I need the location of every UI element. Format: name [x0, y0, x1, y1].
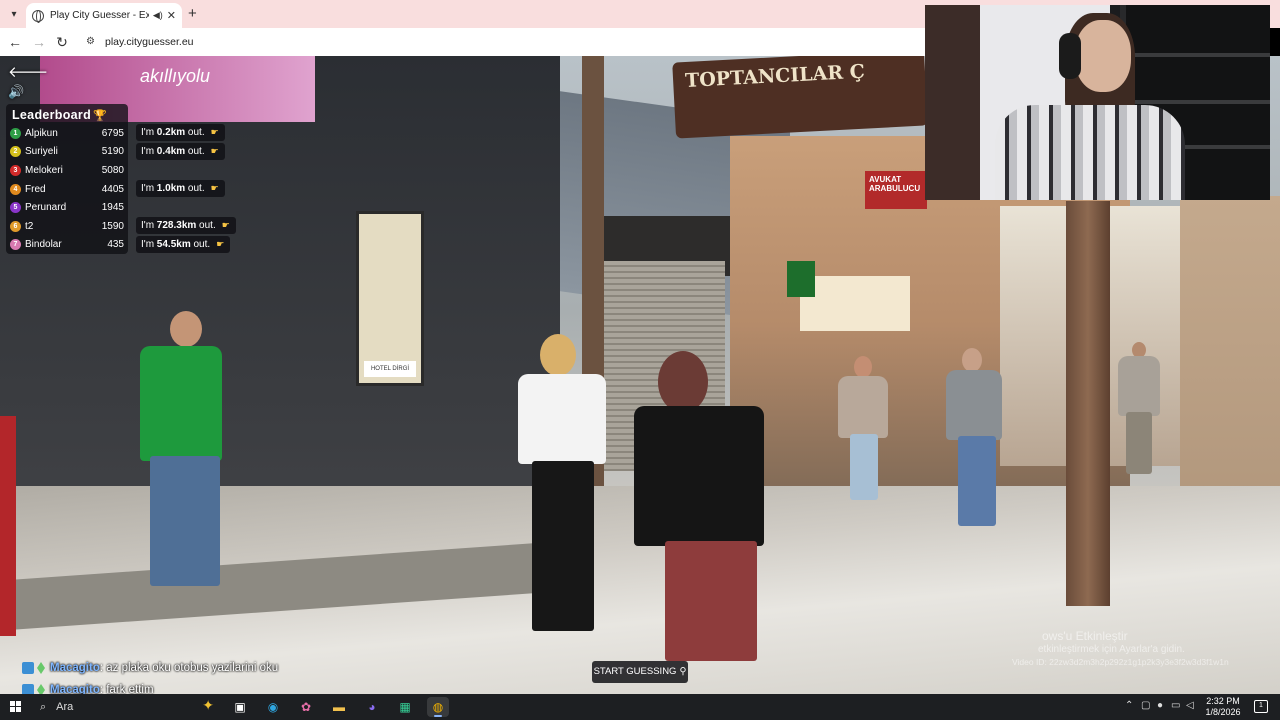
player-name: Alpikun	[25, 127, 58, 139]
address-bar[interactable]: play.cityguesser.eu	[105, 36, 194, 48]
reload-icon[interactable]: ↻	[53, 33, 71, 51]
discord-icon[interactable]: ◕	[361, 697, 383, 717]
pointing-hand-icon: ☛	[210, 183, 219, 193]
leaderboard-rows: 1 Alpikun 6795 2 Suriyeli 5190 3 Melokeri 5080 4 F…	[10, 124, 124, 254]
pointing-hand-icon: ☛	[210, 127, 219, 137]
speaker-icon[interactable]: ◀)	[153, 10, 163, 21]
distance-badge: I'm 1.0km out. ☛	[136, 180, 225, 197]
player-name: t2	[25, 220, 34, 232]
headphones-icon	[1059, 33, 1081, 79]
network-icon[interactable]: ▭	[1171, 700, 1180, 711]
player-name: Fred	[25, 183, 46, 195]
notification-icon[interactable]: 1	[1254, 700, 1268, 713]
leaderboard-row: 5 Perunard 1945	[10, 198, 124, 217]
chrome-icon[interactable]: ◍	[427, 697, 449, 717]
new-tab-button[interactable]: +	[188, 5, 197, 22]
taskbar-search[interactable]: ⌕ Ara ✦	[34, 696, 218, 718]
leaderboard-row: 6 t2 1590	[10, 217, 124, 236]
leaderboard-row: 3 Melokeri 5080	[10, 161, 124, 180]
exit-game-arrow-icon[interactable]: 🡐	[8, 62, 48, 81]
tab-search-dropdown-icon[interactable]: ▾	[6, 6, 22, 22]
search-icon: ⌕	[40, 700, 47, 713]
distance-badge: I'm 0.2km out. ☛	[136, 124, 225, 141]
rank-badge: 3	[10, 164, 21, 176]
taskbar-clock[interactable]: 2:32 PM 1/8/2026	[1200, 696, 1246, 718]
shop-banner	[800, 276, 910, 331]
pointing-hand-icon: ☛	[216, 239, 225, 249]
rank-badge: 2	[10, 146, 21, 158]
tab-title: Play City Guesser - Explore	[50, 10, 149, 21]
player-score: 6795	[101, 127, 124, 139]
activation-watermark: ows'u Etkinleştir etkinleştirmek için Ay…	[1012, 629, 1229, 668]
distance-badge: I'm 54.5km out. ☛	[136, 236, 231, 253]
player-score: 5190	[101, 146, 124, 158]
leaderboard-panel: Leaderboard 🏆 1 Alpikun 6795 2 Suriyeli 5190 3 M…	[6, 104, 128, 254]
rank-badge: 6	[10, 220, 21, 232]
meet-now-icon[interactable]: ▢	[1141, 700, 1150, 711]
globe-icon	[32, 9, 44, 23]
leaderboard-row: 2 Suriyeli 5190	[10, 143, 124, 162]
rank-badge: 7	[10, 239, 21, 251]
player-score: 4405	[101, 183, 124, 195]
player-name: Suriyeli	[25, 146, 58, 158]
site-info-icon[interactable]: ⚙	[86, 36, 98, 48]
green-shop-sign	[787, 261, 815, 297]
lawyer-sign: AVUKAT ARABULUCU	[865, 171, 927, 209]
windows-start-icon[interactable]	[10, 701, 22, 713]
player-name: Melokeri	[25, 164, 63, 176]
shop-window	[356, 211, 424, 386]
chat-message: Macagito: az plaka oku otobus yazilarini…	[22, 662, 278, 674]
leaderboard-row: 7 Bindolar 435	[10, 236, 124, 255]
streamer-shirt	[995, 105, 1185, 200]
chat-badge-icon	[37, 662, 45, 674]
door	[925, 5, 980, 200]
hotel-sign: HOTEL DİRGİ	[364, 361, 416, 377]
microphone-icon[interactable]: ●	[1157, 700, 1163, 711]
edge-icon[interactable]: ◉	[262, 697, 284, 717]
screen: ▾ Play City Guesser - Explore ◀) ✕ + ← →…	[0, 0, 1280, 720]
task-view-icon[interactable]: ▣	[229, 697, 251, 717]
player-score: 1590	[101, 220, 124, 232]
browser-toolbar: ← → ↻ ⚙ play.cityguesser.eu	[0, 28, 925, 56]
windows-taskbar: ⌕ Ara ✦ ▣ ◉ ✿ ▬ ◕ ▦ ◍ ⌃ ▢ ● ▭ ◁ 2:32 PM …	[0, 694, 1280, 720]
forward-arrow-icon[interactable]: →	[30, 33, 48, 51]
wholesalers-sign: TOPTANCILAR Ç	[672, 56, 928, 139]
rank-badge: 5	[10, 202, 21, 214]
leaderboard-row: 1 Alpikun 6795	[10, 124, 124, 143]
map-pin-icon: ⚲	[679, 666, 687, 677]
distance-badge: I'm 728.3km out. ☛	[136, 217, 236, 234]
obs-icon[interactable]: ▦	[394, 697, 416, 717]
leaderboard-title: Leaderboard 🏆	[12, 108, 108, 122]
chat-platform-icon	[22, 662, 34, 674]
volume-icon[interactable]: ◁	[1186, 700, 1194, 711]
copilot-sparkle-icon: ✦	[202, 697, 214, 713]
sound-toggle-icon[interactable]: 🔊	[8, 84, 30, 102]
leaderboard-row: 4 Fred 4405	[10, 180, 124, 199]
player-score: 1945	[101, 202, 124, 214]
player-name: Perunard	[25, 202, 67, 214]
player-score: 5080	[101, 164, 124, 176]
back-arrow-icon[interactable]: ←	[6, 33, 24, 51]
copilot-icon[interactable]: ✿	[295, 697, 317, 717]
pointing-hand-icon: ☛	[210, 146, 219, 156]
close-tab-icon[interactable]: ✕	[167, 9, 176, 22]
player-score: 435	[107, 239, 124, 251]
distance-badge: I'm 0.4km out. ☛	[136, 143, 225, 160]
rank-badge: 4	[10, 183, 21, 195]
show-hidden-icons[interactable]: ⌃	[1125, 700, 1133, 711]
pointing-hand-icon: ☛	[221, 220, 230, 230]
trophy-icon: 🏆	[93, 110, 108, 122]
red-pole	[0, 416, 16, 636]
wooden-post	[1066, 201, 1110, 606]
start-guessing-button[interactable]: START GUESSING ⚲	[592, 661, 688, 683]
rank-badge: 1	[10, 127, 21, 139]
browser-tab[interactable]: Play City Guesser - Explore ◀) ✕	[26, 3, 182, 28]
file-explorer-icon[interactable]: ▬	[328, 697, 350, 717]
player-name: Bindolar	[25, 239, 62, 251]
webcam-overlay	[925, 5, 1270, 200]
streamer-face	[1075, 20, 1131, 92]
